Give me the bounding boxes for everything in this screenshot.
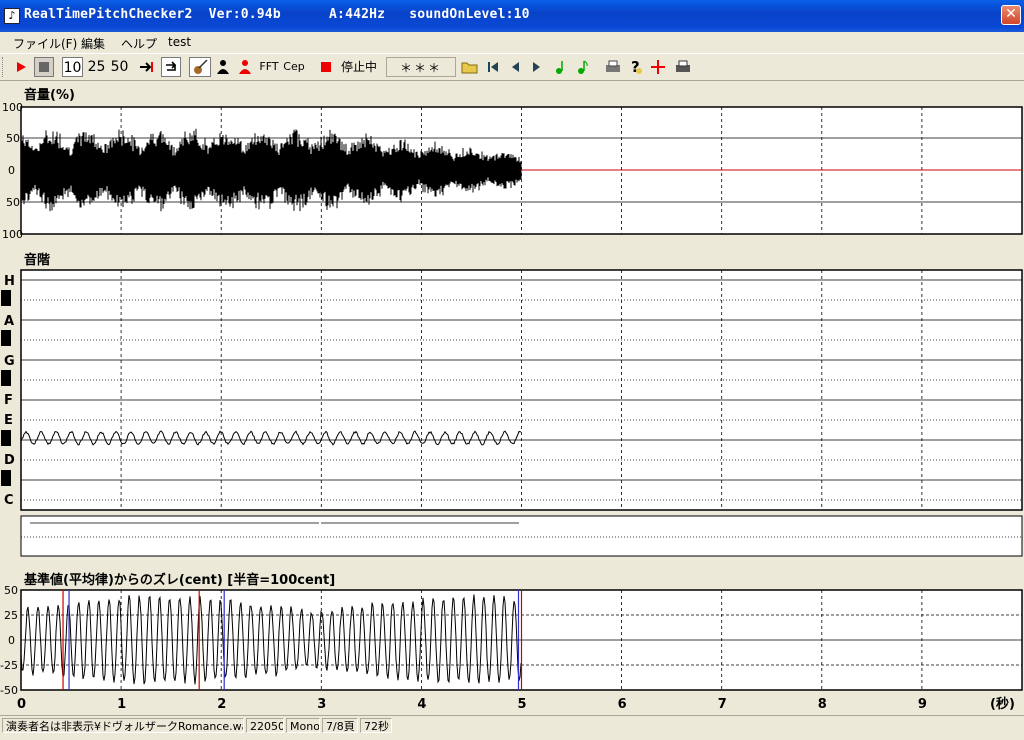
marker-icon bbox=[651, 60, 665, 74]
black-key bbox=[1, 470, 11, 486]
status-file: 演奏者名は非表示¥ドヴォルザークRomance.wav bbox=[2, 718, 244, 733]
printer-button[interactable] bbox=[673, 57, 693, 77]
speed-50-button[interactable]: 50 bbox=[109, 57, 130, 77]
x-axis-tick: 9 bbox=[918, 697, 927, 712]
x-axis-unit: (秒) bbox=[990, 696, 1015, 712]
print-button[interactable] bbox=[603, 57, 623, 77]
printer-icon bbox=[676, 60, 690, 72]
violin-icon bbox=[194, 59, 208, 74]
note-label-h: H bbox=[4, 274, 15, 289]
prev-icon bbox=[512, 62, 519, 72]
note-label-g: G bbox=[4, 354, 15, 369]
loop-button[interactable] bbox=[161, 57, 181, 77]
status-rate: 22050 bbox=[246, 718, 284, 733]
note-label-a: A bbox=[4, 314, 14, 329]
volume-tick: 100 bbox=[2, 101, 23, 114]
first-icon bbox=[488, 62, 498, 72]
cent-chart: 50 25 0 -25 -50 0 1 2 3 4 5 6 7 8 9 (秒) bbox=[0, 584, 1023, 712]
status-page: 7/8頁 bbox=[322, 718, 358, 733]
menu-edit[interactable]: 編集 bbox=[81, 35, 105, 52]
status-bar: 演奏者名は非表示¥ドヴォルザークRomance.wav 22050 Mono 7… bbox=[0, 715, 1024, 736]
person-button[interactable] bbox=[214, 57, 232, 77]
stop-button[interactable] bbox=[34, 57, 54, 77]
print-icon bbox=[606, 60, 620, 72]
note-display: ＊＊＊ bbox=[386, 57, 456, 77]
note-icon bbox=[578, 60, 588, 74]
record-icon bbox=[321, 62, 331, 72]
next-icon bbox=[533, 62, 540, 72]
volume-chart: 100 50 0 50 100 bbox=[2, 101, 1023, 240]
violin-button[interactable] bbox=[189, 57, 211, 77]
record-button[interactable] bbox=[318, 57, 334, 77]
x-axis-tick: 5 bbox=[518, 697, 527, 712]
play-icon bbox=[17, 62, 26, 72]
scale-chart: H A G F E D C bbox=[1, 269, 1023, 557]
cep-button[interactable]: Cep bbox=[282, 57, 306, 77]
help-icon: ? bbox=[631, 58, 642, 76]
note-label-e: E bbox=[4, 413, 13, 428]
x-axis-tick: 6 bbox=[618, 697, 627, 712]
play-button[interactable] bbox=[12, 57, 30, 77]
person-red-icon bbox=[239, 60, 251, 74]
open-folder-icon bbox=[461, 62, 478, 74]
volume-tick: 50 bbox=[6, 132, 20, 145]
note-indicator-area bbox=[20, 515, 1023, 557]
black-key bbox=[1, 430, 11, 446]
note-label-d: D bbox=[4, 453, 15, 468]
black-key bbox=[1, 330, 11, 346]
volume-tick: 0 bbox=[8, 164, 15, 177]
volume-tick: 100 bbox=[2, 228, 23, 240]
menu-bar: ファイル(F) 編集 ヘルプ test bbox=[0, 32, 1024, 52]
note-label-f: F bbox=[4, 393, 13, 408]
loop-icon bbox=[166, 61, 177, 71]
next-button[interactable] bbox=[528, 57, 546, 77]
menu-file[interactable]: ファイル(F) bbox=[13, 35, 77, 52]
status-label: 停止中 bbox=[340, 60, 377, 74]
x-axis-tick: 7 bbox=[718, 697, 727, 712]
cent-tick: -25 bbox=[0, 659, 18, 672]
title-bar: ♪ RealTimePitchChecker2 Ver:0.94b A:442H… bbox=[0, 0, 1024, 32]
note-green-button[interactable] bbox=[552, 57, 570, 77]
volume-tick: 50 bbox=[6, 196, 20, 209]
x-axis-tick: 1 bbox=[117, 697, 126, 712]
status-length: 72秒 bbox=[360, 718, 392, 733]
speed-25-button[interactable]: 25 bbox=[86, 57, 107, 77]
person-icon bbox=[217, 60, 229, 74]
toolbar-grip bbox=[2, 57, 7, 77]
cent-tick: 0 bbox=[8, 634, 15, 647]
prev-button[interactable] bbox=[506, 57, 524, 77]
skip-end-button[interactable] bbox=[137, 57, 157, 77]
note-button[interactable] bbox=[574, 57, 592, 77]
person-red-button[interactable] bbox=[236, 57, 254, 77]
x-axis-ticks: 0 1 2 3 4 5 6 7 8 9 bbox=[17, 697, 927, 712]
first-button[interactable] bbox=[484, 57, 502, 77]
open-button[interactable] bbox=[460, 57, 480, 77]
skip-end-icon bbox=[140, 62, 153, 72]
x-axis-tick: 3 bbox=[317, 697, 326, 712]
help-button[interactable]: ? bbox=[627, 57, 645, 77]
status-channels: Mono bbox=[286, 718, 320, 733]
x-axis-tick: 8 bbox=[818, 697, 827, 712]
close-button[interactable]: ✕ bbox=[1001, 5, 1021, 25]
speed-10-button[interactable]: 10 bbox=[62, 57, 83, 77]
window-title: RealTimePitchChecker2 Ver:0.94b A:442Hz … bbox=[24, 7, 530, 22]
cent-tick: 25 bbox=[4, 609, 18, 622]
menu-help[interactable]: ヘルプ bbox=[121, 35, 157, 52]
cent-tick: 50 bbox=[4, 584, 18, 597]
toolbar: 10 25 50 FFT Cep 停止中 ＊＊＊ ? bbox=[0, 53, 1024, 81]
marker-button[interactable] bbox=[649, 57, 667, 77]
note-green-icon bbox=[556, 61, 563, 74]
menu-test[interactable]: test bbox=[168, 35, 191, 49]
black-key bbox=[1, 370, 11, 386]
x-axis-tick: 4 bbox=[417, 697, 426, 712]
stop-icon bbox=[39, 62, 49, 72]
cent-tick: -50 bbox=[0, 684, 18, 697]
x-axis-tick: 2 bbox=[217, 697, 226, 712]
app-icon: ♪ bbox=[4, 8, 20, 24]
fft-button[interactable]: FFT bbox=[258, 57, 280, 77]
black-key bbox=[1, 290, 11, 306]
x-axis-tick: 0 bbox=[17, 697, 26, 712]
scale-chart-title: 音階 bbox=[24, 253, 51, 268]
note-label-c: C bbox=[4, 493, 14, 508]
